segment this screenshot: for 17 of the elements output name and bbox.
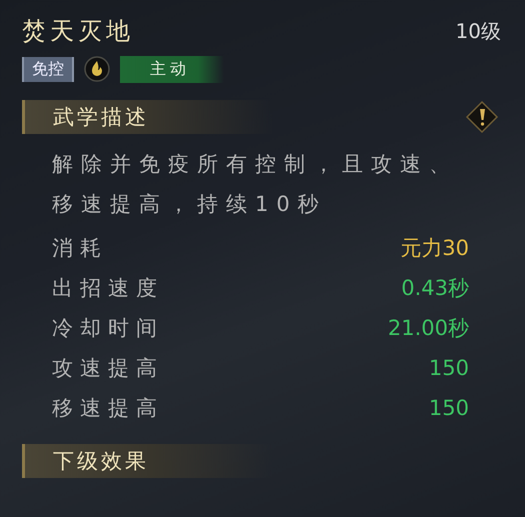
- skill-name: 焚天灭地: [22, 16, 134, 47]
- stat-value: 150: [428, 396, 469, 420]
- exclamation-icon: [465, 100, 499, 134]
- tag-label: 免控: [22, 56, 74, 82]
- stat-value: 150: [428, 356, 469, 380]
- tag-label: 主动: [120, 56, 224, 82]
- skill-description: 解除并免疫所有控制，且攻速、移速提高，持续10秒: [52, 151, 459, 218]
- skill-level: 10级: [456, 18, 501, 44]
- flame-icon: [84, 56, 110, 82]
- stat-label: 冷却时间: [52, 315, 164, 342]
- stat-label: 移速提高: [52, 395, 164, 422]
- stat-label: 出招速度: [52, 275, 164, 302]
- stat-label: 消耗: [52, 235, 108, 262]
- stat-value: 0.43秒: [401, 275, 469, 302]
- stat-value: 元力30: [400, 235, 469, 262]
- stat-value: 21.00秒: [388, 315, 469, 342]
- stat-label: 攻速提高: [52, 355, 164, 382]
